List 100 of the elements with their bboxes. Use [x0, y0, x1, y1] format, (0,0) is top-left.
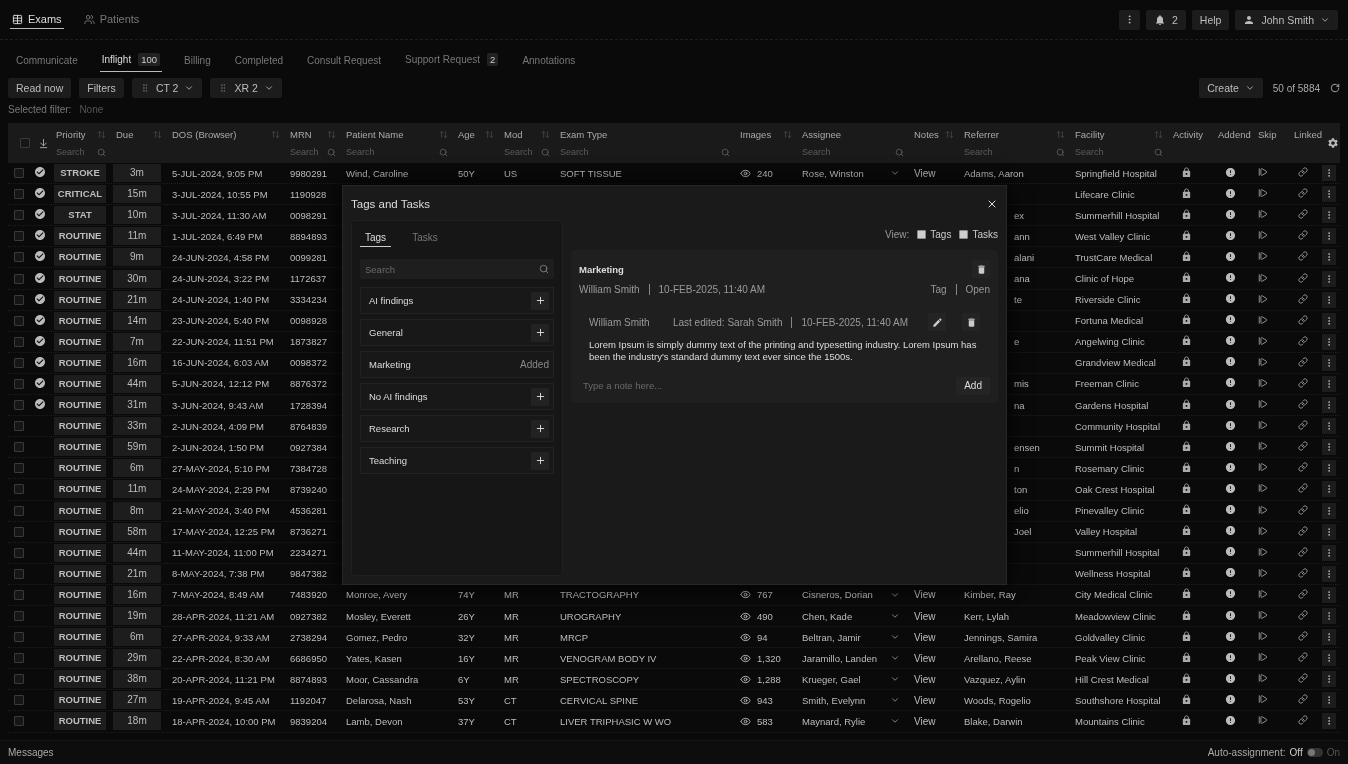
tab[interactable]: Tags [360, 229, 392, 247]
alert-icon[interactable] [1225, 314, 1236, 326]
link-icon[interactable] [1298, 335, 1308, 346]
link-icon[interactable] [1298, 567, 1308, 578]
alert-icon[interactable] [1225, 419, 1236, 431]
eye-icon[interactable] [740, 716, 751, 727]
eye-icon[interactable] [740, 167, 751, 179]
alert-icon[interactable] [1225, 609, 1236, 621]
more-button[interactable] [1322, 333, 1336, 350]
link-icon[interactable] [1298, 167, 1308, 178]
toggle-switch[interactable] [1306, 748, 1323, 757]
link-icon[interactable] [1298, 399, 1308, 410]
link-icon[interactable] [1298, 610, 1308, 620]
more-button[interactable] [1322, 608, 1336, 624]
alert-icon[interactable] [1225, 546, 1236, 558]
link-icon[interactable] [1298, 694, 1308, 705]
skip-icon[interactable] [1258, 272, 1268, 283]
skip-icon[interactable] [1258, 251, 1268, 262]
alert-icon[interactable] [1225, 398, 1236, 410]
more-button[interactable] [1322, 397, 1336, 414]
row-checkbox[interactable] [14, 294, 24, 305]
skip-icon[interactable] [1258, 399, 1268, 410]
tab[interactable]: Annotations [520, 53, 578, 72]
row-checkbox[interactable] [14, 421, 24, 432]
modality-filter[interactable]: XR 2 [210, 78, 282, 98]
lock-icon[interactable] [1181, 398, 1192, 410]
edit-button[interactable] [928, 313, 946, 331]
more-button[interactable] [1322, 207, 1336, 224]
more-button[interactable] [1322, 565, 1336, 582]
alert-icon[interactable] [1225, 693, 1236, 705]
more-button[interactable] [1322, 713, 1336, 730]
add-button[interactable]: Add [956, 376, 990, 395]
view-link[interactable]: View [914, 167, 936, 179]
lock-icon[interactable] [1181, 314, 1192, 326]
tab[interactable]: Consult Request [305, 53, 383, 72]
alert-icon[interactable] [1225, 440, 1236, 452]
row-checkbox[interactable] [14, 357, 24, 368]
skip-icon[interactable] [1258, 167, 1268, 178]
tab[interactable]: Completed [232, 53, 286, 72]
more-button[interactable] [1322, 586, 1336, 603]
row-checkbox[interactable] [14, 273, 24, 284]
eye-icon[interactable] [740, 673, 751, 685]
alert-icon[interactable] [1225, 187, 1236, 199]
tab[interactable]: Support Request 2 [403, 51, 501, 72]
more-button[interactable] [1322, 439, 1336, 456]
column-header[interactable]: Assignee [802, 128, 842, 140]
tab[interactable]: Communicate [14, 53, 80, 72]
tab[interactable]: Inflight 100 [99, 51, 163, 72]
link-icon[interactable] [1298, 251, 1308, 262]
lock-icon[interactable] [1181, 187, 1192, 199]
view-checkbox[interactable]: Tasks [959, 228, 998, 240]
delete-button[interactable] [962, 313, 980, 331]
column-header[interactable]: Addend [1218, 128, 1251, 140]
lock-icon[interactable] [1181, 335, 1192, 347]
search-input[interactable]: Search [365, 263, 515, 275]
search-field[interactable]: Search [360, 259, 554, 279]
row-checkbox[interactable] [14, 695, 24, 706]
modality-filter[interactable]: CT 2 [131, 78, 203, 98]
row-checkbox[interactable] [14, 611, 24, 621]
alert-icon[interactable] [1225, 525, 1236, 537]
view-link[interactable]: View [914, 610, 936, 622]
lock-icon[interactable] [1181, 567, 1192, 579]
row-checkbox[interactable] [14, 315, 24, 326]
alert-icon[interactable] [1225, 377, 1236, 389]
toolbar-button[interactable]: Read now [8, 78, 72, 98]
link-icon[interactable] [1298, 441, 1308, 452]
more-button[interactable] [1322, 249, 1336, 266]
view-link[interactable]: View [914, 716, 936, 727]
chevron-down-icon[interactable] [890, 611, 900, 621]
skip-icon[interactable] [1258, 188, 1268, 199]
link-icon[interactable] [1298, 525, 1308, 536]
row-checkbox[interactable] [14, 442, 24, 453]
more-button[interactable] [1322, 502, 1336, 519]
skip-icon[interactable] [1258, 546, 1268, 557]
skip-icon[interactable] [1258, 504, 1268, 515]
view-link[interactable]: View [914, 589, 936, 601]
add-tag-button[interactable] [531, 387, 549, 406]
more-button[interactable] [1322, 418, 1336, 435]
view-link[interactable]: View [914, 652, 936, 664]
skip-icon[interactable] [1258, 483, 1268, 494]
lock-icon[interactable] [1181, 482, 1192, 494]
link-icon[interactable] [1298, 272, 1308, 283]
refresh-icon[interactable] [1330, 83, 1340, 93]
alert-icon[interactable] [1225, 293, 1236, 305]
column-header[interactable]: Activity [1173, 128, 1204, 140]
column-header[interactable]: MRN [290, 128, 312, 140]
delete-button[interactable] [972, 260, 990, 278]
more-button[interactable] [1322, 650, 1336, 667]
add-tag-button[interactable] [531, 323, 549, 342]
lock-icon[interactable] [1181, 609, 1192, 621]
toolbar-button[interactable]: Filters [79, 78, 124, 98]
select-all-checkbox[interactable] [20, 138, 30, 148]
alert-icon[interactable] [1225, 567, 1236, 579]
close-button[interactable] [986, 198, 998, 210]
lock-icon[interactable] [1181, 651, 1192, 663]
alert-icon[interactable] [1225, 672, 1236, 684]
tag-item[interactable]: Research [360, 415, 554, 442]
link-icon[interactable] [1298, 293, 1308, 304]
row-checkbox[interactable] [14, 379, 24, 389]
skip-icon[interactable] [1258, 652, 1268, 663]
